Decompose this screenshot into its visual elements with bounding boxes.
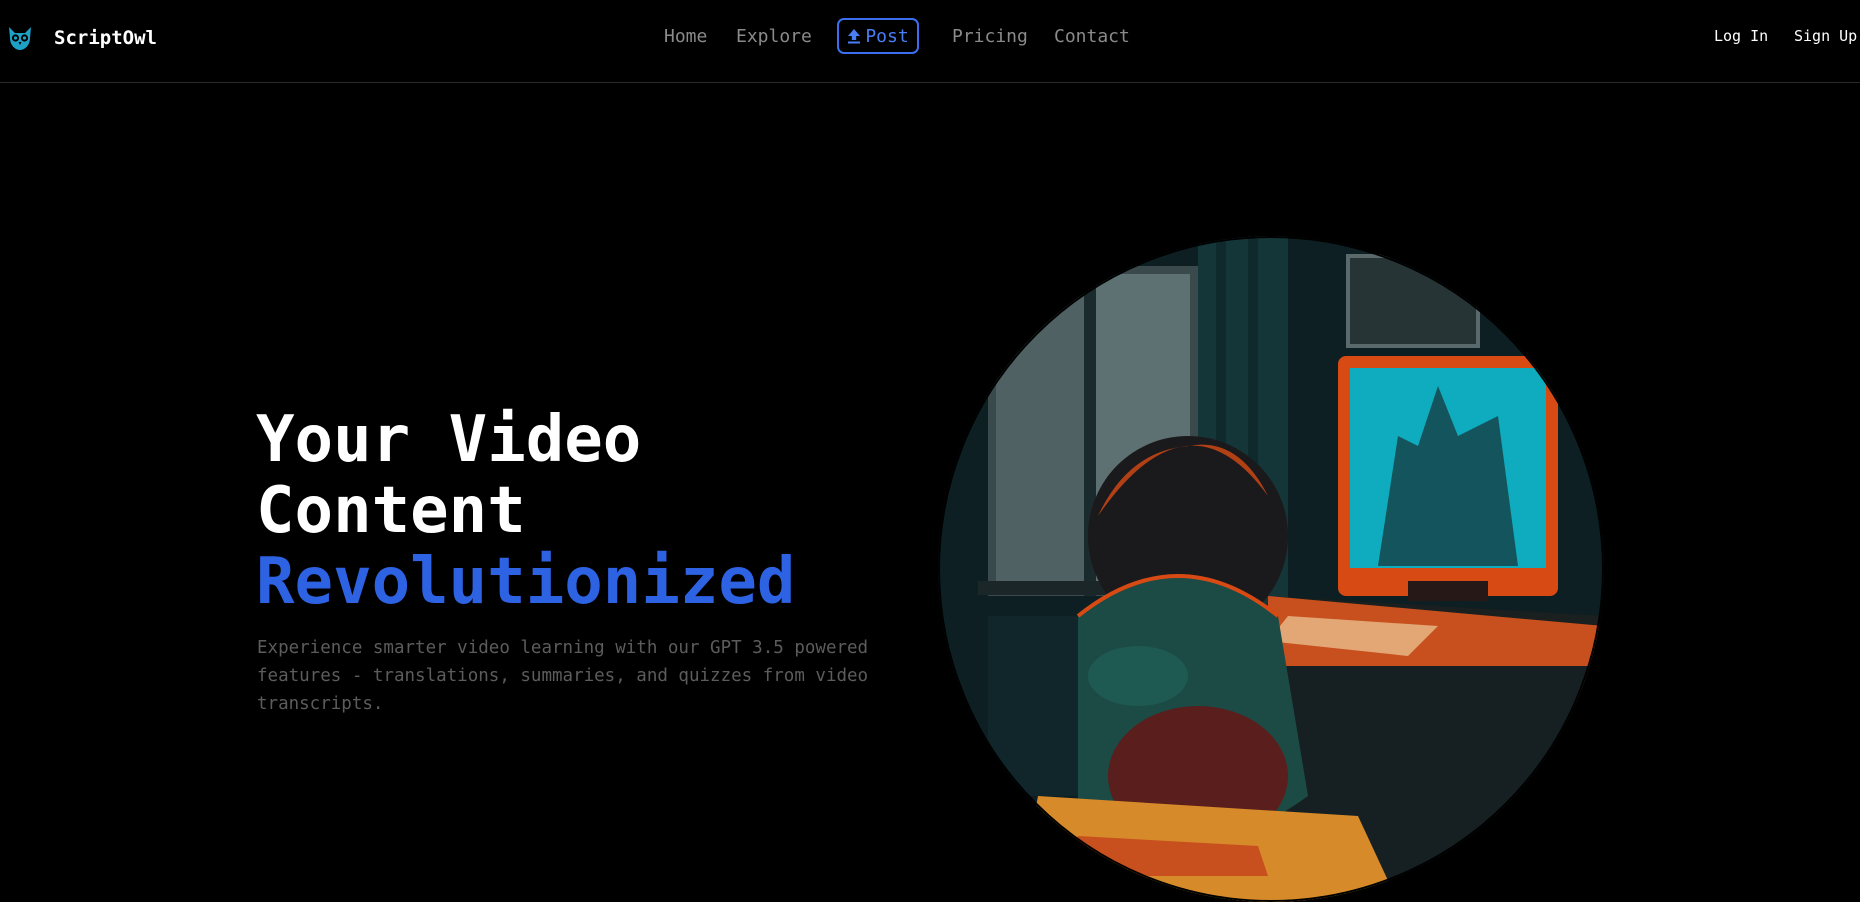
- owl-icon: [9, 27, 31, 50]
- nav-explore-link[interactable]: Explore: [736, 24, 812, 50]
- login-link[interactable]: Log In: [1714, 27, 1768, 45]
- upload-icon: [847, 28, 861, 44]
- nav-home-link[interactable]: Home: [664, 24, 707, 50]
- brand-name: ScriptOwl: [54, 27, 157, 49]
- top-navbar: ScriptOwl Home Explore Post Pricing Cont…: [0, 0, 1860, 83]
- hero-illustration: [938, 236, 1604, 902]
- signup-link[interactable]: Sign Up: [1794, 27, 1857, 45]
- hero-title-line-2: Content: [256, 474, 526, 548]
- brand[interactable]: ScriptOwl: [6, 22, 157, 54]
- nav-contact-link[interactable]: Contact: [1054, 24, 1130, 50]
- hero-subtitle: Experience smarter video learning with o…: [257, 638, 869, 714]
- nav-pricing-link[interactable]: Pricing: [952, 24, 1028, 50]
- hero-title: Your Video Content Revolutionized: [256, 405, 795, 618]
- post-button-label: Post: [865, 25, 909, 47]
- post-button[interactable]: Post: [837, 18, 919, 54]
- hero-title-accent: Revolutionized: [256, 545, 796, 619]
- hero-title-line-1: Your Video: [256, 403, 642, 477]
